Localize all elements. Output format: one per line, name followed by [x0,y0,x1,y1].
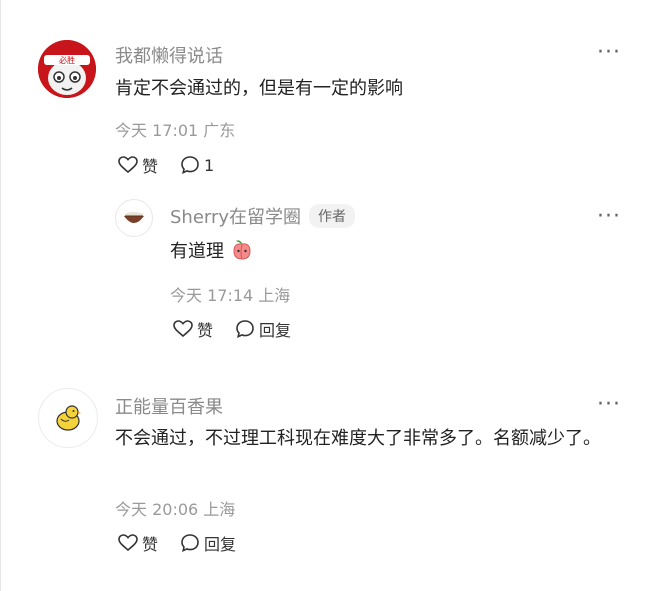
comment-meta: 今天 17:14 上海 [170,282,290,306]
username[interactable]: 正能量百香果 [115,393,223,419]
peach-emoji-icon [233,240,251,260]
like-button[interactable]: 赞 [118,531,158,555]
comment-text: 不会通过，不过理工科现在难度大了非常多了。名额减少了。 [115,428,601,449]
reply-label: 回复 [204,535,237,554]
comment-time: 今天 17:14 [170,286,254,305]
chick-avatar-image [56,405,81,431]
heart-icon [118,156,138,174]
author-badge: 作者 [309,204,356,228]
comment-time: 今天 17:01 [115,121,199,140]
avatar-image: 必胜 [38,40,96,98]
reply-button[interactable]: 1 [180,155,214,175]
reply-button[interactable]: 回复 [180,531,236,555]
more-options-icon[interactable]: ··· [597,42,621,64]
heart-icon [118,534,138,552]
reply-button[interactable]: 回复 [235,317,291,341]
comment-time: 今天 20:06 [115,500,199,519]
comment-actions: 赞 1 [118,153,236,177]
bowl-avatar-image [124,212,144,223]
comment-meta: 今天 17:01 广东 [115,117,235,141]
comment-bubble-icon [181,534,199,552]
comment-bubble-icon [236,320,254,338]
username[interactable]: Sherry在留学圈 作者 [170,203,356,229]
avatar[interactable]: 必胜 [38,40,96,98]
like-label: 赞 [142,157,159,176]
comment-actions: 赞 回复 [118,531,258,555]
like-button[interactable]: 赞 [118,153,158,177]
more-options-icon[interactable]: ··· [597,394,621,416]
comment-location: 上海 [203,500,236,519]
comment-location: 广东 [203,121,236,140]
reply-text: 有道理 [170,241,224,262]
comment-bubble-icon [181,156,199,174]
comment-meta: 今天 20:06 上海 [115,496,235,520]
like-label: 赞 [142,535,159,554]
more-options-icon[interactable]: ··· [597,206,621,228]
username[interactable]: 我都懒得说话 [115,42,223,68]
left-border [0,0,1,591]
avatar-band-text: 必胜 [59,55,75,65]
username-text: Sherry在留学圈 [170,207,302,228]
heart-icon [173,320,193,338]
comment-text: 有道理 [170,237,254,267]
avatar[interactable] [38,388,98,448]
comment-actions: 赞 回复 [173,317,313,341]
avatar[interactable] [115,199,153,237]
reply-label: 回复 [259,321,292,340]
comment-text: 肯定不会通过的，但是有一定的影响 [115,78,403,99]
like-button[interactable]: 赞 [173,317,213,341]
comment-location: 上海 [258,286,291,305]
reply-count: 1 [204,155,215,175]
like-label: 赞 [197,321,214,340]
